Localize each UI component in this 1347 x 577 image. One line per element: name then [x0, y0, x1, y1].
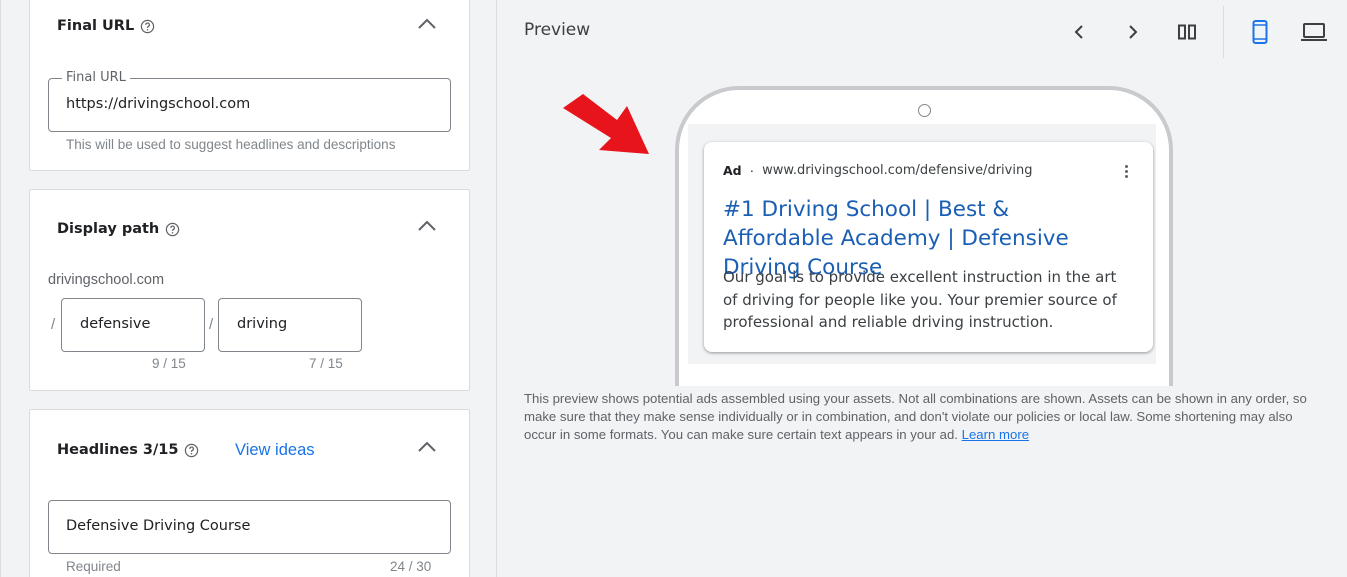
path1-field[interactable]: defensive [61, 298, 205, 352]
chevron-right-icon [1129, 25, 1138, 39]
path-separator: / [51, 316, 56, 333]
chevron-up-icon [418, 441, 436, 452]
ad-badge: Ad [723, 163, 742, 178]
preview-title: Preview [524, 20, 591, 40]
smartphone-icon [1252, 20, 1268, 44]
next-preview-button[interactable] [1119, 18, 1147, 46]
display-path-heading: Display path [57, 221, 160, 237]
ad-description: Our goal is to provide excellent instruc… [723, 268, 1117, 331]
ad-meta-line: Ad · www.drivingschool.com/defensive/dri… [723, 163, 1032, 178]
ad-preview-card: Ad · www.drivingschool.com/defensive/dri… [704, 142, 1153, 352]
final-url-field[interactable]: Final URL https://drivingschool.com [48, 70, 451, 132]
headlines-heading: Headlines 3/15 [57, 442, 179, 458]
final-url-title: Final URL [57, 18, 155, 34]
view-ideas-link[interactable]: View ideas [235, 441, 315, 460]
mobile-preview-button[interactable] [1246, 18, 1274, 46]
column-view-button[interactable] [1173, 18, 1201, 46]
help-circle-icon[interactable] [140, 19, 155, 34]
headlines-card: Headlines 3/15 View ideas Defensive Driv… [29, 409, 470, 577]
preview-pane: Preview Ad · www.drivingschool.com/defen… [497, 0, 1347, 577]
chevron-up-icon [418, 18, 436, 29]
final-url-field-label: Final URL [62, 70, 130, 85]
collapse-final-url-button[interactable] [415, 12, 439, 36]
disclaimer-text: This preview shows potential ads assembl… [524, 391, 1307, 442]
phone-frame: Ad · www.drivingschool.com/defensive/dri… [675, 86, 1173, 386]
path2-counter: 7 / 15 [309, 356, 343, 371]
path2-input[interactable]: driving [237, 316, 287, 332]
previous-preview-button[interactable] [1065, 18, 1093, 46]
headline1-field[interactable]: Defensive Driving Course [48, 500, 451, 554]
path1-input[interactable]: defensive [80, 316, 150, 332]
preview-disclaimer: This preview shows potential ads assembl… [524, 390, 1324, 444]
more-vert-icon[interactable] [1117, 160, 1135, 182]
help-circle-icon[interactable] [184, 443, 199, 458]
phone-camera [918, 104, 931, 117]
desktop-preview-button[interactable] [1300, 18, 1328, 46]
display-path-card: Display path drivingschool.com / defensi… [29, 189, 470, 391]
collapse-headlines-button[interactable] [415, 435, 439, 459]
toolbar-divider [1223, 6, 1224, 58]
final-url-heading: Final URL [57, 18, 135, 34]
red-arrow-annotation [563, 94, 649, 154]
ad-display-url: www.drivingschool.com/defensive/driving [762, 163, 1033, 178]
learn-more-link[interactable]: Learn more [962, 427, 1029, 442]
path1-counter: 9 / 15 [152, 356, 186, 371]
chevron-left-icon [1074, 25, 1083, 39]
column-view-icon [1178, 24, 1196, 40]
ad-separator-dot: · [749, 163, 755, 178]
help-circle-icon[interactable] [165, 222, 180, 237]
phone-screen: Ad · www.drivingschool.com/defensive/dri… [688, 124, 1156, 364]
path-separator: / [209, 316, 214, 333]
headline1-counter: 24 / 30 [390, 559, 432, 574]
path2-field[interactable]: driving [218, 298, 362, 352]
chevron-up-icon [418, 220, 436, 231]
final-url-card: Final URL Final URL https://drivingschoo… [29, 0, 470, 171]
headline1-required: Required [66, 559, 121, 574]
laptop-icon [1301, 23, 1327, 41]
final-url-hint: This will be used to suggest headlines a… [66, 137, 396, 152]
final-url-input[interactable]: https://drivingschool.com [66, 96, 250, 112]
collapse-display-path-button[interactable] [415, 214, 439, 238]
headline1-input[interactable]: Defensive Driving Course [66, 518, 250, 534]
display-path-domain: drivingschool.com [48, 272, 165, 288]
headlines-title: Headlines 3/15 [57, 442, 199, 458]
ad-form-pane: Final URL Final URL https://drivingschoo… [0, 0, 497, 577]
display-path-title: Display path [57, 221, 180, 237]
